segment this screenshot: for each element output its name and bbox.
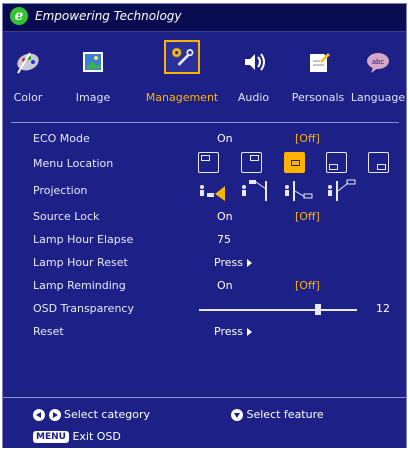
header-title: Empowering Technology xyxy=(35,9,182,23)
tab-label: Audio xyxy=(237,91,270,104)
personals-icon xyxy=(310,53,330,72)
row-menu-location[interactable]: Menu Location xyxy=(3,152,406,174)
arrow-right-icon xyxy=(246,328,252,336)
osd-transparency-label: OSD Transparency xyxy=(33,302,134,315)
lamp-hour-elapse-value: 75 xyxy=(217,233,231,246)
reset-text: Press xyxy=(214,325,243,338)
tab-label: Language xyxy=(350,91,406,104)
menu-key-icon: MENU xyxy=(33,431,69,443)
menu-location-bottom-right[interactable] xyxy=(368,152,389,173)
tab-language[interactable]: abc Language xyxy=(350,40,406,120)
projection-label: Projection xyxy=(33,184,88,197)
footer-hints: Select category Select feature MENU Exit… xyxy=(3,398,406,448)
down-arrow-key-icon xyxy=(231,409,243,421)
exit-osd-text: Exit OSD xyxy=(72,430,121,443)
lamp-reminding-off[interactable]: [Off] xyxy=(295,279,320,292)
tab-management[interactable]: Management xyxy=(143,40,221,120)
osd-window: e Empowering Technology Color Image Mana… xyxy=(2,3,407,448)
rear-ceiling-projection-icon[interactable] xyxy=(326,177,358,203)
row-source-lock[interactable]: Source Lock On [Off] xyxy=(3,207,406,229)
slider-thumb[interactable] xyxy=(315,304,321,315)
speaker-icon xyxy=(244,53,265,71)
lamp-hour-reset-button[interactable]: Press xyxy=(214,256,252,269)
image-icon xyxy=(83,52,103,72)
brand-logo-icon: e xyxy=(10,7,28,25)
tab-image[interactable]: Image xyxy=(68,40,118,120)
row-projection[interactable]: Projection xyxy=(3,179,406,201)
wrench-gear-icon xyxy=(164,40,200,74)
lamp-hour-reset-label: Lamp Hour Reset xyxy=(33,256,128,269)
select-feature-text: Select feature xyxy=(246,408,324,421)
right-arrow-key-icon xyxy=(48,409,61,421)
rear-desktop-projection-icon[interactable] xyxy=(283,177,315,203)
separator xyxy=(11,122,399,123)
row-eco-mode[interactable]: ECO Mode On [Off] xyxy=(3,129,406,151)
title-bar: e Empowering Technology xyxy=(3,4,406,32)
menu-location-bottom-left[interactable] xyxy=(326,152,347,173)
arrow-right-icon xyxy=(246,259,252,267)
reset-label: Reset xyxy=(33,325,64,338)
tab-label: Color xyxy=(13,91,43,104)
row-osd-transparency[interactable]: OSD Transparency 12 xyxy=(3,299,406,321)
front-desktop-projection-icon[interactable] xyxy=(198,177,230,203)
tab-label: Image xyxy=(75,91,111,104)
eco-mode-label: ECO Mode xyxy=(33,132,90,145)
eco-mode-off[interactable]: [Off] xyxy=(295,132,320,145)
hint-select-feature: Select feature xyxy=(231,408,324,421)
speech-bubble-icon: abc xyxy=(367,53,389,73)
source-lock-label: Source Lock xyxy=(33,210,100,223)
select-category-text: Select category xyxy=(64,408,151,421)
eco-mode-on[interactable]: On xyxy=(217,132,233,145)
hint-exit-osd: MENU Exit OSD xyxy=(33,430,121,443)
lamp-reminding-label: Lamp Reminding xyxy=(33,279,126,292)
left-arrow-key-icon xyxy=(33,409,45,421)
osd-transparency-slider[interactable] xyxy=(199,304,357,315)
row-lamp-reminding[interactable]: Lamp Reminding On [Off] xyxy=(3,276,406,298)
row-reset[interactable]: Reset Press xyxy=(3,322,406,344)
osd-transparency-value: 12 xyxy=(376,302,390,315)
front-ceiling-projection-icon[interactable] xyxy=(240,177,272,203)
menu-location-top-left[interactable] xyxy=(198,152,219,173)
tab-color[interactable]: Color xyxy=(3,40,53,120)
lamp-hour-reset-text: Press xyxy=(214,256,243,269)
hint-select-category: Select category xyxy=(33,408,150,421)
reset-button[interactable]: Press xyxy=(214,325,252,338)
menu-location-label: Menu Location xyxy=(33,157,114,170)
tab-label: Management xyxy=(145,91,219,104)
source-lock-off[interactable]: [Off] xyxy=(295,210,320,223)
lamp-hour-elapse-label: Lamp Hour Elapse xyxy=(33,233,134,246)
category-tabs: Color Image Management Audio Personals a… xyxy=(3,40,406,120)
tab-audio[interactable]: Audio xyxy=(231,40,276,120)
row-lamp-hour-reset[interactable]: Lamp Hour Reset Press xyxy=(3,253,406,275)
menu-location-top-right[interactable] xyxy=(241,152,262,173)
tab-personals[interactable]: Personals xyxy=(286,40,350,120)
row-lamp-hour-elapse: Lamp Hour Elapse 75 xyxy=(3,230,406,252)
svg-text:abc: abc xyxy=(372,58,385,66)
menu-location-center[interactable] xyxy=(284,152,305,173)
lamp-reminding-on[interactable]: On xyxy=(217,279,233,292)
tab-label: Personals xyxy=(291,91,345,104)
palette-icon xyxy=(17,52,39,74)
source-lock-on[interactable]: On xyxy=(217,210,233,223)
